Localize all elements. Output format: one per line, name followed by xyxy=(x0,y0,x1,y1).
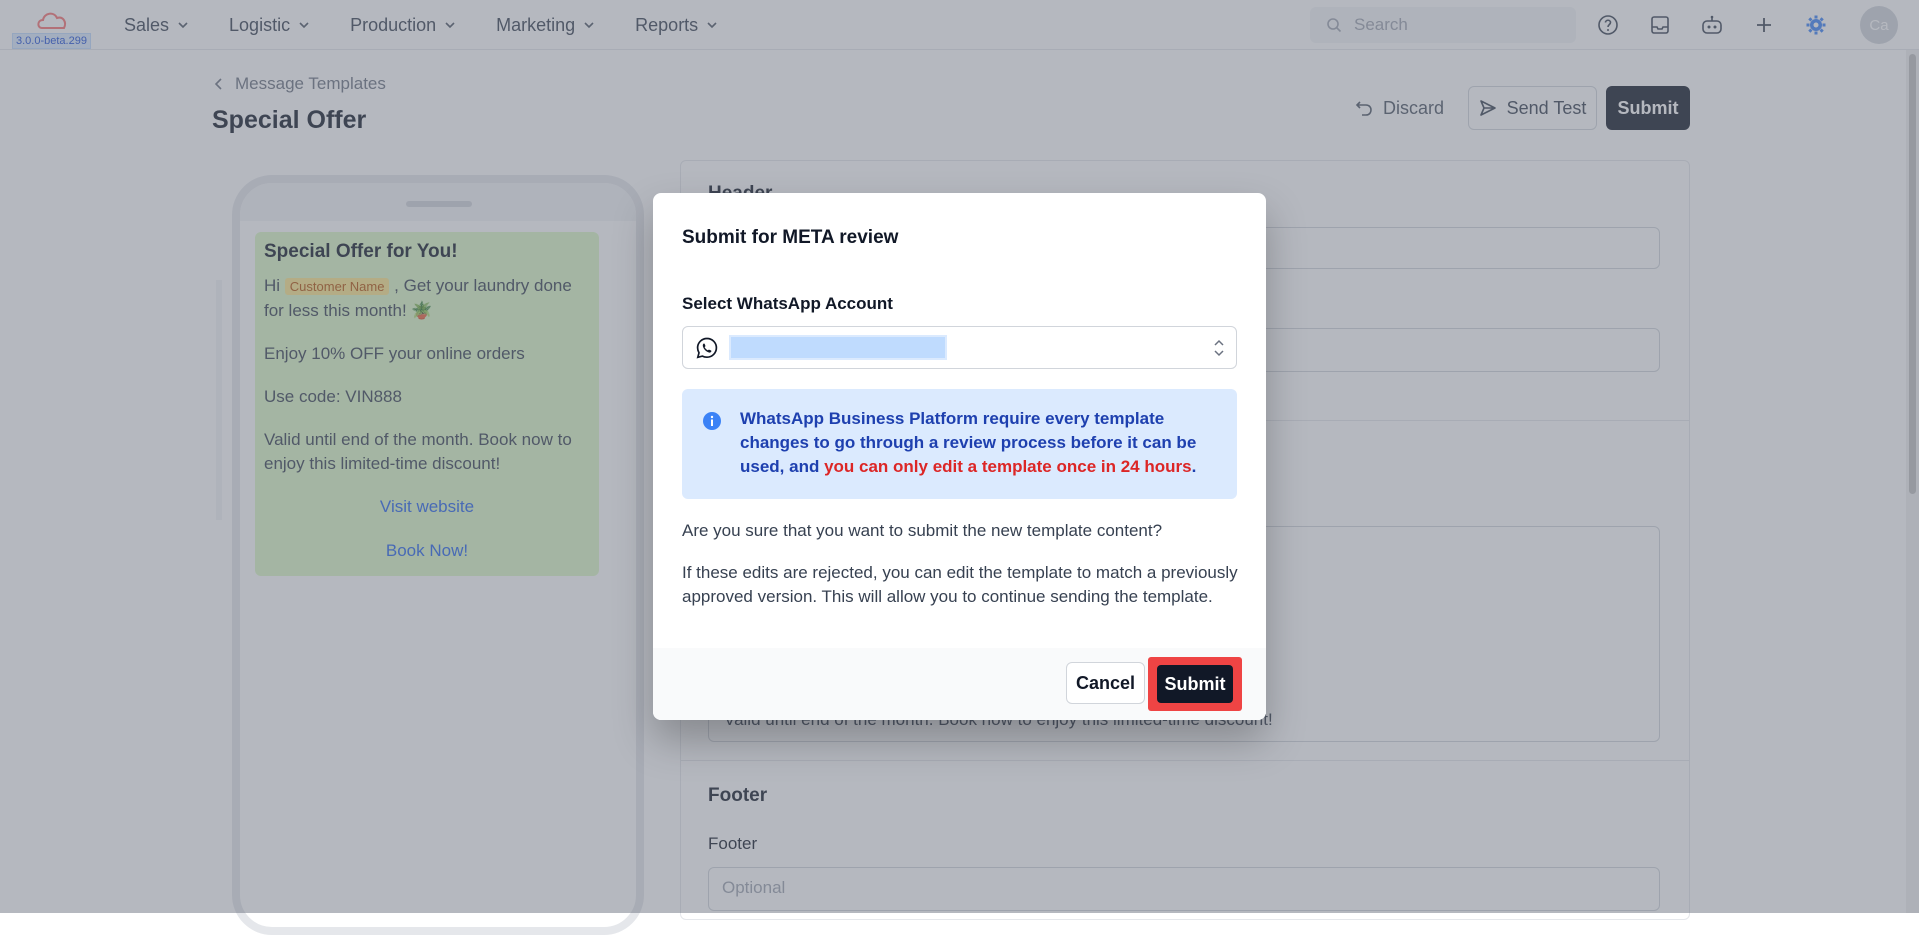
info-text-end: . xyxy=(1191,457,1197,476)
whatsapp-icon xyxy=(696,337,718,359)
account-select-label: Select WhatsApp Account xyxy=(682,294,893,313)
submit-button[interactable]: Submit xyxy=(1157,665,1233,703)
confirm-question: Are you sure that you want to submit the… xyxy=(682,521,1163,540)
rejection-note: If these edits are rejected, you can edi… xyxy=(682,563,1238,606)
selected-account-value xyxy=(729,335,947,360)
info-text-warning: you can only edit a template once in 24 … xyxy=(824,457,1192,476)
review-info-alert: WhatsApp Business Platform require every… xyxy=(682,389,1237,499)
whatsapp-account-select[interactable] xyxy=(682,326,1237,369)
submit-review-dialog: Submit for META review Select WhatsApp A… xyxy=(653,193,1266,720)
cancel-button[interactable]: Cancel xyxy=(1066,662,1145,704)
select-updown-icon xyxy=(1214,339,1224,357)
info-icon xyxy=(703,412,721,430)
info-text: WhatsApp Business Platform require every… xyxy=(740,407,1222,479)
dialog-title: Submit for META review xyxy=(682,227,899,248)
